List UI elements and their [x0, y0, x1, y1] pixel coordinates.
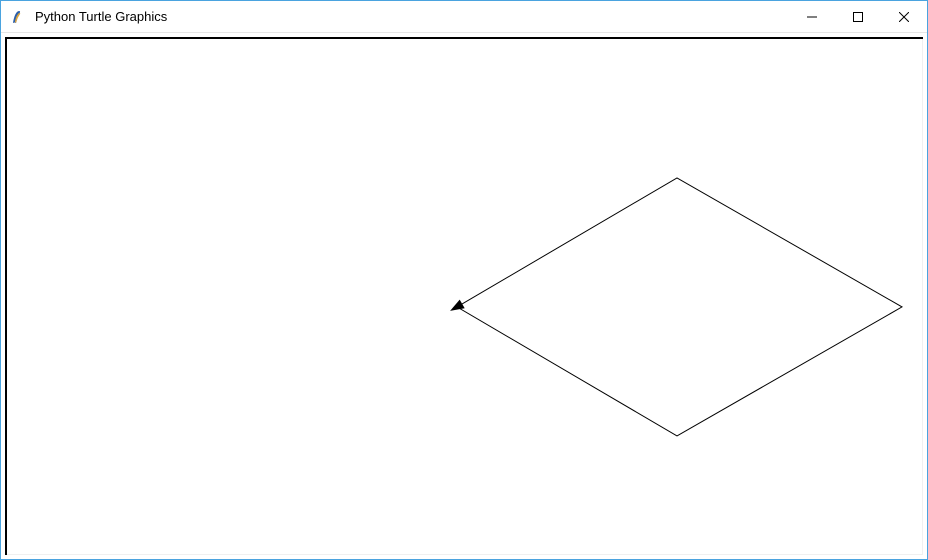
minimize-button[interactable]: [789, 1, 835, 33]
close-button[interactable]: [881, 1, 927, 33]
turtle-canvas-frame: [5, 37, 923, 555]
turtle-cursor-icon: [448, 300, 465, 316]
titlebar[interactable]: Python Turtle Graphics: [1, 1, 927, 33]
window-title: Python Turtle Graphics: [35, 1, 167, 33]
maximize-icon: [853, 12, 863, 22]
client-area: [1, 33, 927, 559]
diamond-shape: [457, 178, 902, 436]
maximize-button[interactable]: [835, 1, 881, 33]
close-icon: [899, 12, 909, 22]
window-controls: [789, 1, 927, 32]
app-window: Python Turtle Graphics: [0, 0, 928, 560]
turtle-canvas: [7, 39, 923, 555]
python-tkinter-feather-icon: [9, 8, 27, 26]
minimize-icon: [807, 12, 817, 22]
